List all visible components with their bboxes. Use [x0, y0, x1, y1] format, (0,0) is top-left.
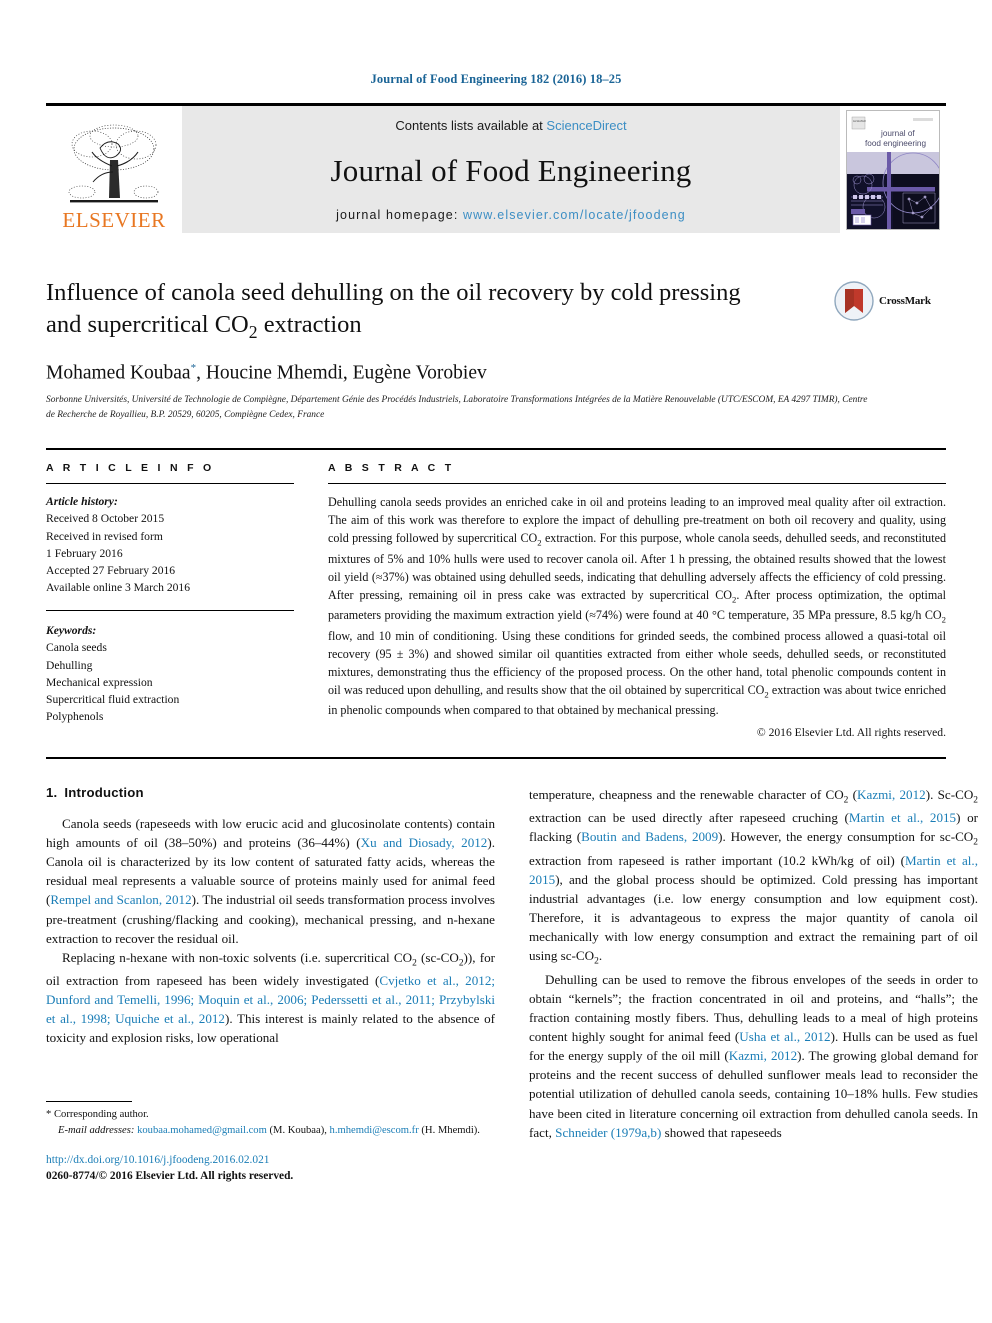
- keyword-item: Supercritical fluid extraction: [46, 692, 180, 706]
- email-owner-1: (M. Koubaa),: [269, 1124, 327, 1136]
- svg-text:journal of: journal of: [880, 129, 915, 138]
- journal-cover-thumbnail: ELSEVIER journal of food engineering: [846, 109, 940, 230]
- elsevier-wordmark: ELSEVIER: [62, 208, 166, 232]
- author-primary: Mohamed Koubaa: [46, 362, 191, 384]
- contents-line: Contents lists available at ScienceDirec…: [182, 118, 840, 133]
- journal-masthead: ELSEVIER Contents lists available at Sci…: [46, 103, 946, 233]
- body-column-left: 1. Introduction Canola seeds (rapeseeds w…: [46, 785, 495, 1185]
- journal-cover: ELSEVIER journal of food engineering: [840, 106, 946, 233]
- keywords-title: Keywords:: [46, 624, 97, 638]
- email-label: E-mail addresses:: [58, 1124, 135, 1136]
- footnote-block: * Corresponding author. E-mail addresses…: [46, 1101, 495, 1185]
- abstract-heading: A B S T R A C T: [328, 462, 455, 475]
- keywords-block: Keywords: Canola seeds Dehulling Mechani…: [46, 610, 294, 725]
- intro-paragraph-3: temperature, cheapness and the renewable…: [529, 787, 978, 968]
- sciencedirect-band: Contents lists available at ScienceDirec…: [182, 106, 840, 233]
- journal-title: Journal of Food Engineering: [330, 152, 692, 188]
- contents-prefix: Contents lists available at: [395, 118, 547, 133]
- article-info-rule: [46, 483, 294, 485]
- crossmark-label: CrossMark: [879, 295, 931, 307]
- svg-text:ELSEVIER: ELSEVIER: [853, 119, 866, 123]
- title-line-2-post: extraction: [257, 310, 362, 338]
- section-title: Introduction: [64, 785, 144, 800]
- email-owner-2: (H. Mhemdi).: [421, 1124, 480, 1136]
- elsevier-logo: ELSEVIER: [46, 106, 182, 233]
- paper-page: Journal of Food Engineering 182 (2016) 1…: [0, 0, 992, 1323]
- info-abstract-region: A R T I C L E I N F O Article history: R…: [46, 448, 946, 739]
- abstract-rule: [328, 483, 946, 485]
- section-heading-introduction: 1. Introduction: [46, 785, 495, 800]
- citation-link[interactable]: Kazmi, 2012: [857, 787, 926, 802]
- citation-link[interactable]: Usha et al., 2012: [739, 1029, 830, 1044]
- corresponding-text: Corresponding author.: [53, 1109, 149, 1121]
- email-addresses-note: E-mail addresses: koubaa.mohamed@gmail.c…: [46, 1123, 495, 1138]
- title-line-1: Influence of canola seed dehulling on th…: [46, 279, 741, 306]
- crossmark-badge[interactable]: CrossMark: [834, 279, 946, 323]
- history-item: Accepted 27 February 2016: [46, 563, 176, 577]
- keyword-item: Dehulling: [46, 658, 93, 672]
- abstract-bottom-rule: [46, 757, 946, 759]
- citation-link[interactable]: Schneider (1979a,b): [555, 1125, 661, 1140]
- body-column-right: temperature, cheapness and the renewable…: [529, 785, 978, 1185]
- intro-paragraph-4: Dehulling can be used to remove the fibr…: [529, 971, 979, 1140]
- cover-artwork: ELSEVIER journal of food engineering: [847, 110, 939, 229]
- affiliation: Sorbonne Universités, Université de Tech…: [46, 395, 868, 420]
- article-info-heading: A R T I C L E I N F O: [46, 462, 215, 475]
- citation-link[interactable]: Martin et al., 2015: [529, 853, 978, 887]
- article-history-title: Article history:: [46, 495, 118, 509]
- history-item: 1 February 2016: [46, 546, 123, 560]
- copyright-line: © 2016 Elsevier Ltd. All rights reserved…: [756, 726, 946, 739]
- abstract-text: Dehulling canola seeds provides an enric…: [328, 495, 946, 717]
- citation-link[interactable]: Martin et al., 2015: [849, 810, 956, 825]
- corresponding-marker: *: [46, 1109, 52, 1121]
- abstract-column: A B S T R A C T Dehulling canola seeds p…: [328, 462, 946, 739]
- body-columns: 1. Introduction Canola seeds (rapeseeds w…: [46, 785, 978, 1185]
- email-link-2[interactable]: h.mhemdi@escom.fr: [330, 1125, 419, 1136]
- citation-link[interactable]: Boutin and Badens, 2009: [581, 829, 718, 844]
- homepage-prefix: journal homepage:: [336, 208, 463, 222]
- title-block: Influence of canola seed dehulling on th…: [46, 277, 946, 422]
- history-item: Received in revised form: [46, 529, 163, 543]
- page-title: Influence of canola seed dehulling on th…: [46, 277, 836, 344]
- section-number: 1.: [46, 785, 58, 800]
- citation-link[interactable]: Rempel and Scanlon, 2012: [50, 892, 191, 907]
- citation-link[interactable]: Xu and Diosady, 2012: [361, 835, 488, 850]
- issn-copyright-line: 0260-8774/© 2016 Elsevier Ltd. All right…: [46, 1170, 294, 1183]
- homepage-line: journal homepage: www.elsevier.com/locat…: [182, 208, 840, 222]
- intro-paragraph-2: Replacing n-hexane with non-toxic solven…: [46, 949, 496, 1046]
- svg-text:food engineering: food engineering: [865, 139, 926, 148]
- history-item: Available online 3 March 2016: [46, 581, 191, 595]
- doi-block: http://dx.doi.org/10.1016/j.jfoodeng.201…: [46, 1152, 495, 1185]
- author-list: Mohamed Koubaa*, Houcine Mhemdi, Eugène …: [46, 362, 946, 385]
- citation-link[interactable]: Kazmi, 2012: [729, 1048, 797, 1063]
- footnote-divider: [46, 1101, 132, 1103]
- history-item: Received 8 October 2015: [46, 512, 165, 526]
- article-info-column: A R T I C L E I N F O Article history: R…: [46, 462, 294, 739]
- author-rest: , Houcine Mhemdi, Eugène Vorobiev: [196, 362, 487, 384]
- keyword-item: Mechanical expression: [46, 675, 153, 689]
- corresponding-author-note: * Corresponding author.: [46, 1107, 495, 1122]
- homepage-url-link[interactable]: www.elsevier.com/locate/jfoodeng: [463, 208, 686, 222]
- keyword-item: Canola seeds: [46, 641, 107, 655]
- keyword-item: Polyphenols: [46, 710, 104, 724]
- crossmark-icon: [834, 281, 874, 321]
- article-history: Article history: Received 8 October 2015…: [46, 493, 294, 596]
- sciencedirect-link[interactable]: ScienceDirect: [546, 118, 626, 133]
- title-subscript: 2: [248, 321, 258, 342]
- citation-link[interactable]: Cvjetko et al., 2012; Dunford and Temell…: [46, 973, 495, 1026]
- elsevier-tree-icon: [68, 124, 159, 203]
- email-link-1[interactable]: koubaa.mohamed@gmail.com: [137, 1125, 267, 1136]
- intro-paragraph-1: Canola seeds (rapeseeds with low erucic …: [46, 816, 495, 946]
- title-line-2-pre: and supercritical CO: [46, 310, 249, 338]
- running-head: Journal of Food Engineering 182 (2016) 1…: [370, 72, 622, 86]
- doi-link[interactable]: http://dx.doi.org/10.1016/j.jfoodeng.201…: [46, 1152, 495, 1169]
